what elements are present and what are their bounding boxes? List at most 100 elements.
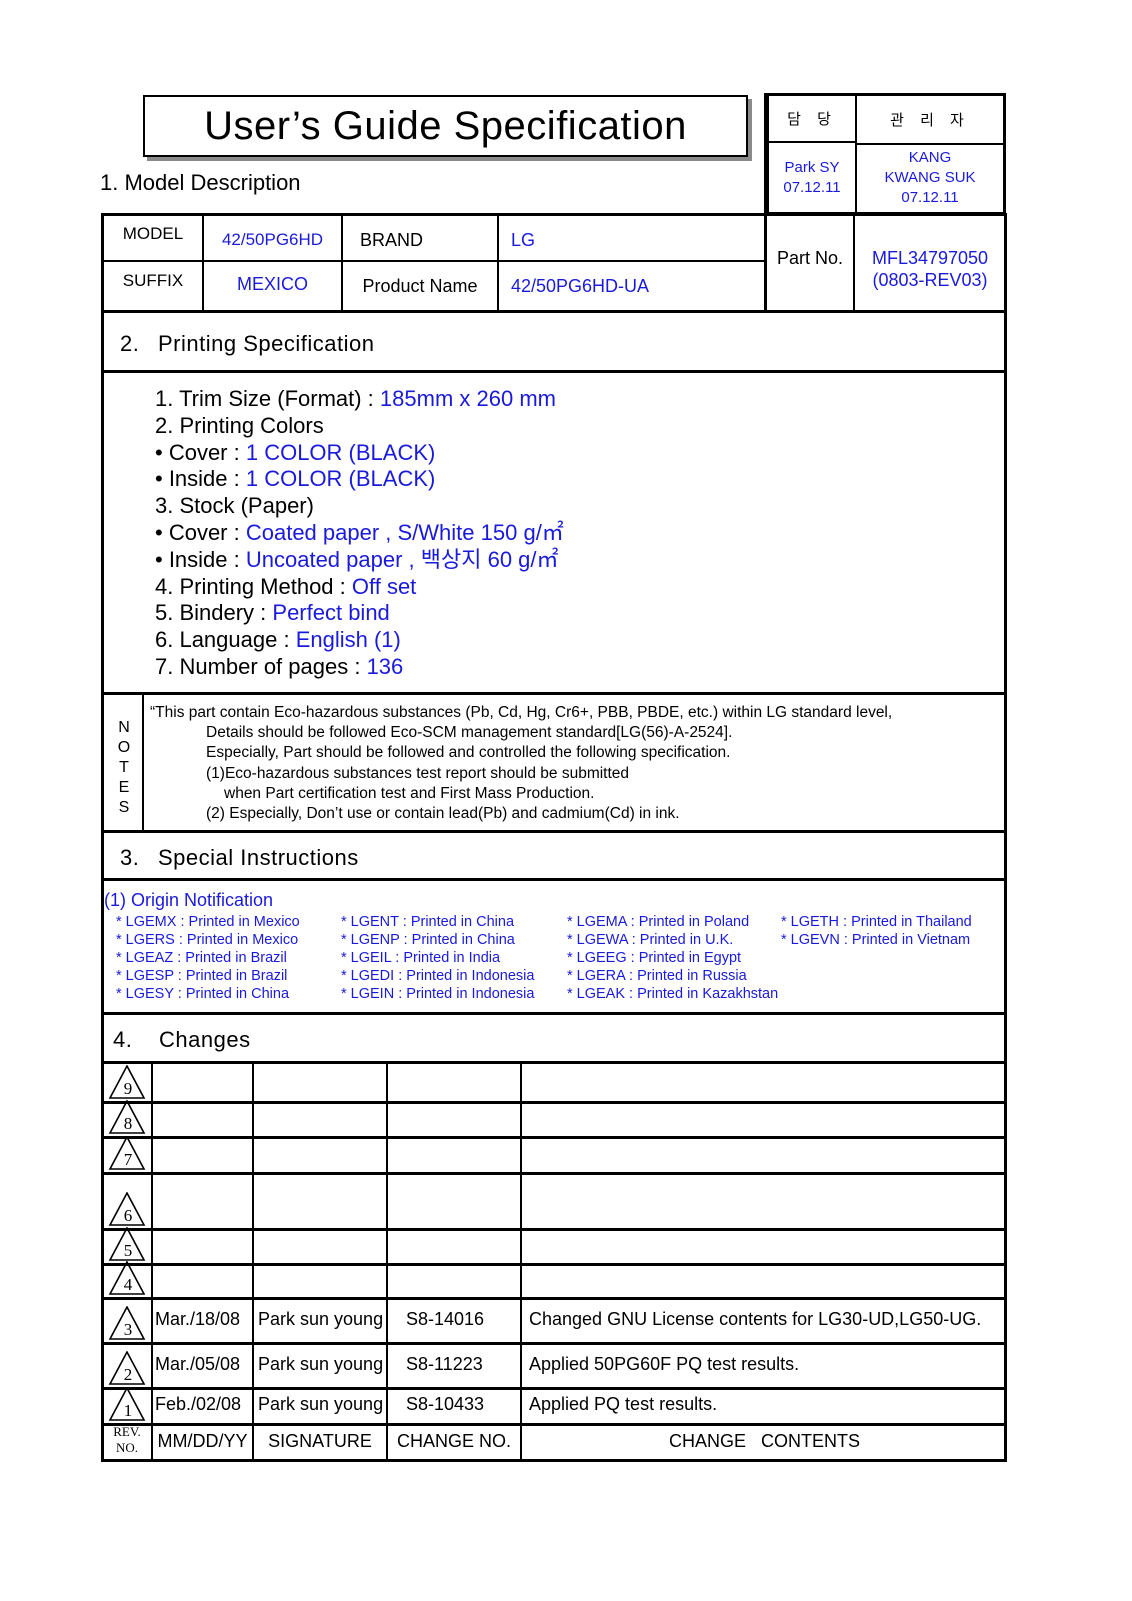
- origin-entry: * LGEIL : Printed in India: [341, 950, 501, 966]
- spec-item-value: 136: [366, 653, 404, 679]
- spec-item-value: 1 COLOR (BLACK): [245, 466, 436, 492]
- divider: [151, 1061, 153, 1460]
- spec-item: 2. Printing Colors: [155, 413, 564, 440]
- change-number: S8-14016: [406, 1308, 485, 1329]
- notes-letter: E: [118, 779, 130, 796]
- spec-item-value: Uncoated paper , 백상지 60 g/㎡: [245, 546, 559, 572]
- divider: [101, 1012, 1007, 1015]
- divider: [101, 878, 1007, 881]
- origin-column: * LGETH : Printed in Thailand * LGEVN : P…: [781, 913, 972, 949]
- rev-header-line1: REV.: [113, 1424, 141, 1439]
- origin-entry: * LGEAZ : Printed in Brazil: [116, 950, 287, 966]
- revision-triangle-icon: 9: [108, 1065, 146, 1099]
- revision-number: 4: [124, 1275, 133, 1294]
- manager-name-line2: KWANG SUK: [884, 168, 976, 186]
- revision-triangle-icon: 6: [108, 1192, 146, 1226]
- origin-entry: * LGEVN : Printed in Vietnam: [781, 932, 971, 948]
- part-no-label: Part No.: [776, 247, 844, 268]
- spec-item: • Cover : 1 COLOR (BLACK): [155, 440, 564, 467]
- divider: [101, 1423, 1007, 1426]
- spec-item-label: • Inside :: [155, 546, 246, 572]
- revision-triangle-icon: 1: [108, 1387, 146, 1421]
- origin-entry: * LGERS : Printed in Mexico: [116, 932, 299, 948]
- revision-triangle-icon: 5: [108, 1227, 146, 1261]
- spec-item: 5. Bindery : Perfect bind: [155, 600, 564, 627]
- printing-spec-heading: 2. Printing Specification: [120, 331, 374, 357]
- notes-line: Especially, Part should be followed and …: [206, 744, 731, 762]
- spec-item-label: 5. Bindery :: [155, 600, 273, 626]
- spec-item-label: • Inside :: [155, 466, 246, 492]
- spec-item-label: 7. Number of pages :: [155, 653, 367, 679]
- divider: [386, 1061, 388, 1460]
- revision-number: 6: [124, 1206, 133, 1225]
- change-date: Mar./18/08: [155, 1308, 241, 1329]
- divider: [497, 214, 499, 311]
- spec-item-label: 6. Language :: [155, 627, 296, 653]
- revision-number: 5: [124, 1241, 133, 1260]
- revision-number: 1: [124, 1401, 133, 1420]
- section-number: 3.: [120, 845, 140, 870]
- change-signature: Park sun young: [258, 1394, 384, 1414]
- notes-letter: T: [119, 759, 129, 776]
- divider: [520, 1061, 522, 1460]
- approval-block: 담 당 관 리 자 Park SY 07.12.11 KANG KWANG SUK 0…: [766, 93, 1006, 215]
- spec-item-value: English (1): [295, 627, 401, 653]
- divider: [252, 1061, 254, 1460]
- divider: [101, 260, 766, 262]
- product-name-label: Product Name: [362, 275, 478, 296]
- changes-heading: 4. Changes: [113, 1027, 251, 1053]
- signature-header: SIGNATURE: [268, 1431, 372, 1451]
- origin-entry: * LGEEG : Printed in Egypt: [567, 950, 742, 966]
- divider: [101, 370, 1007, 373]
- revision-triangle-icon: 8: [108, 1100, 146, 1134]
- notes-line: Details should be followed Eco-SCM manag…: [206, 724, 733, 742]
- section-title: Printing Specification: [158, 331, 375, 356]
- divider: [764, 93, 767, 311]
- notes-line: (2) Especially, Don’t use or contain lea…: [206, 805, 680, 823]
- rev-header-line2: NO.: [115, 1440, 139, 1455]
- notes-letter: S: [118, 799, 130, 816]
- notes-text: “This part contain Eco-hazardous substan…: [150, 703, 892, 824]
- divider: [101, 1263, 1007, 1266]
- section-title: Changes: [159, 1027, 251, 1052]
- origin-entry: * LGERA : Printed in Russia: [567, 968, 747, 984]
- suffix-value: MEXICO: [236, 273, 308, 294]
- origin-notification-title: (1) Origin Notification: [104, 890, 274, 910]
- title-box: User’s Guide Specification: [143, 95, 748, 157]
- manager-date: 07.12.11: [901, 188, 959, 206]
- notes-line: “This part contain Eco-hazardous substan…: [150, 704, 893, 721]
- approval-col1-header: 담 당: [769, 96, 857, 143]
- change-contents: Applied 50PG60F PQ test results.: [529, 1353, 800, 1374]
- divider: [101, 1342, 1007, 1345]
- divider: [101, 1387, 1007, 1390]
- revision-triangle-icon: 3: [108, 1306, 146, 1340]
- change-signature: Park sun young: [258, 1353, 384, 1374]
- origin-entry: * LGEMX : Printed in Mexico: [116, 914, 300, 930]
- divider: [101, 1101, 1007, 1104]
- divider: [101, 1061, 1007, 1064]
- spec-item-value: 185mm x 260 mm: [379, 386, 556, 411]
- model-value: 42/50PG6HD: [221, 230, 324, 249]
- spec-item-label: 3. Stock (Paper): [155, 493, 314, 519]
- approval-person: Park SY: [784, 158, 840, 176]
- origin-column: * LGEMX : Printed in Mexico * LGERS : Pri…: [116, 913, 300, 1003]
- divider: [101, 1136, 1007, 1139]
- origin-entry: * LGEDI : Printed in Indonesia: [341, 968, 535, 984]
- change-contents: Changed GNU License contents for LG30-UD…: [529, 1308, 982, 1329]
- origin-entry: * LGEIN : Printed in Indonesia: [341, 986, 535, 1002]
- notes-label: NOTES: [104, 718, 144, 818]
- origin-entry: * LGENT : Printed in China: [341, 914, 515, 930]
- spec-item-value: Perfect bind: [272, 600, 390, 626]
- change-contents: Applied PQ test results.: [529, 1394, 718, 1414]
- section-title: Special Instructions: [158, 845, 359, 870]
- divider: [101, 310, 1007, 313]
- date-header: MM/DD/YY: [157, 1431, 248, 1451]
- origin-entry: * LGEWA : Printed in U.K.: [567, 932, 734, 948]
- suffix-label: SUFFIX: [122, 271, 184, 290]
- origin-entry: * LGESY : Printed in China: [116, 986, 290, 1002]
- origin-entry: * LGEAK : Printed in Kazakhstan: [567, 986, 779, 1002]
- notes-letter: O: [117, 739, 131, 756]
- origin-column: * LGEMA : Printed in Poland * LGEWA : Pri…: [567, 913, 778, 1003]
- notes-line: (1)Eco-hazardous substances test report …: [206, 764, 630, 782]
- spec-item-label: • Cover :: [155, 439, 246, 465]
